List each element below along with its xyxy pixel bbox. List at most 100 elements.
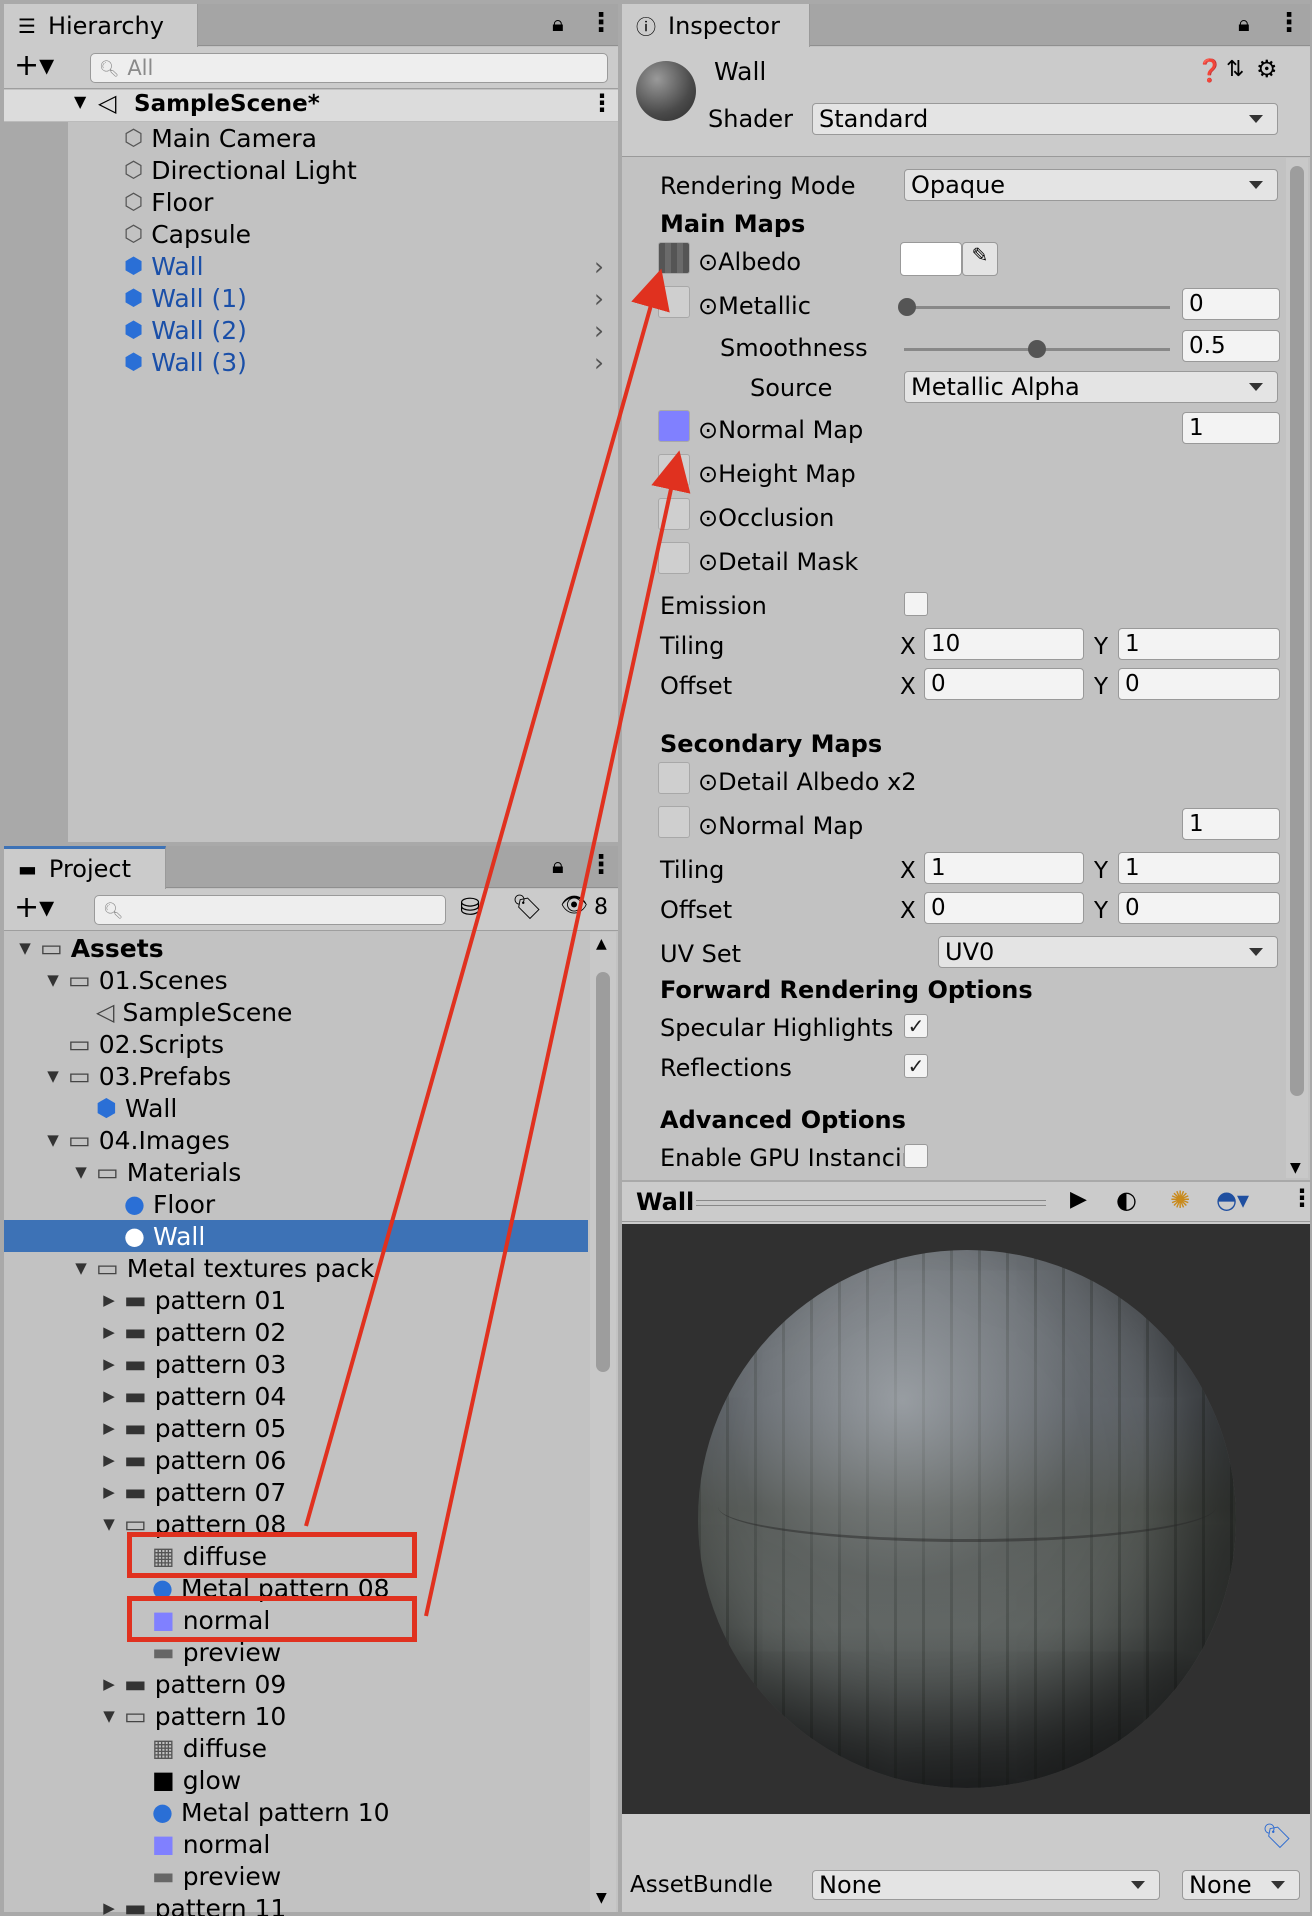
object-picker-icon[interactable]: ⊙ bbox=[698, 812, 718, 840]
object-picker-icon[interactable]: ⊙ bbox=[698, 248, 718, 276]
eyedropper-icon[interactable]: ✎ bbox=[962, 242, 998, 276]
project-tree-item[interactable]: ▦ diffuse bbox=[4, 1732, 588, 1764]
lock-icon[interactable]: 🔒︎ bbox=[552, 12, 564, 37]
collapse-arrow-icon[interactable]: ▶ bbox=[100, 1387, 118, 1405]
chevron-right-icon[interactable]: › bbox=[594, 348, 604, 377]
albedo-texture-slot[interactable] bbox=[658, 242, 690, 274]
filter-by-label-icon[interactable]: 🏷︎ bbox=[512, 893, 542, 921]
tab-hierarchy[interactable]: ☰ Hierarchy bbox=[4, 4, 198, 47]
hierarchy-item[interactable]: ⬡ Main Camera bbox=[124, 122, 614, 154]
rendering-mode-dropdown[interactable]: Opaque bbox=[904, 169, 1278, 201]
hidden-packages-icon[interactable]: 👁︎ bbox=[560, 893, 588, 918]
shader-dropdown[interactable]: Standard bbox=[812, 103, 1278, 135]
assetbundle-variant-dropdown[interactable]: None bbox=[1182, 1870, 1300, 1900]
secondary-normal-map-texture-slot[interactable] bbox=[658, 806, 690, 838]
metallic-value-field[interactable]: 0 bbox=[1182, 288, 1280, 320]
tab-inspector[interactable]: ⓘ Inspector bbox=[622, 4, 810, 47]
scroll-thumb[interactable] bbox=[596, 972, 610, 1372]
project-search-input[interactable]: 🔍︎ bbox=[94, 895, 446, 925]
metallic-slider-knob[interactable] bbox=[898, 298, 916, 316]
project-tree-item[interactable]: ▬ preview bbox=[4, 1860, 588, 1892]
preview-drag-handle[interactable] bbox=[696, 1200, 1046, 1206]
hierarchy-item[interactable]: ⬢ Wall › bbox=[124, 250, 614, 282]
preview-viewport[interactable] bbox=[622, 1224, 1310, 1814]
chevron-right-icon[interactable]: › bbox=[594, 284, 604, 313]
lock-icon[interactable]: 🔒︎ bbox=[1238, 12, 1250, 37]
object-picker-icon[interactable]: ⊙ bbox=[698, 504, 718, 532]
emission-checkbox[interactable] bbox=[904, 592, 928, 616]
smoothness-slider-knob[interactable] bbox=[1028, 340, 1046, 358]
scroll-down-icon[interactable]: ▼ bbox=[596, 1890, 607, 1906]
hierarchy-item[interactable]: ⬢ Wall (3) › bbox=[124, 346, 614, 378]
project-tree-item[interactable]: ⬢ Wall bbox=[4, 1092, 588, 1124]
project-tree-item[interactable]: ● Metal pattern 10 bbox=[4, 1796, 588, 1828]
project-tree-item[interactable]: ▶ ▬ pattern 05 bbox=[4, 1412, 588, 1444]
scene-more-icon[interactable]: ⋮ bbox=[590, 89, 614, 117]
help-icon[interactable]: ❓ bbox=[1196, 59, 1223, 84]
detail-mask-texture-slot[interactable] bbox=[658, 542, 690, 574]
project-tree-item[interactable]: ▶ ▬ pattern 09 bbox=[4, 1668, 588, 1700]
project-tree-item[interactable]: ▶ ▬ pattern 01 bbox=[4, 1284, 588, 1316]
albedo-color-field[interactable] bbox=[900, 242, 962, 276]
more-icon[interactable]: ⋮ bbox=[588, 850, 614, 880]
project-tree-item[interactable]: ▶ ▬ pattern 04 bbox=[4, 1380, 588, 1412]
collapse-arrow-icon[interactable]: ▶ bbox=[100, 1483, 118, 1501]
more-icon[interactable]: ⋮ bbox=[1276, 8, 1302, 38]
scroll-thumb[interactable] bbox=[1290, 166, 1304, 1096]
collapse-arrow-icon[interactable]: ▶ bbox=[100, 1899, 118, 1916]
project-tree-item[interactable]: ▶ ▬ pattern 11 bbox=[4, 1892, 588, 1916]
expand-arrow-icon[interactable]: ▼ bbox=[100, 1515, 118, 1533]
project-tree-item[interactable]: ▶ ▬ pattern 02 bbox=[4, 1316, 588, 1348]
tiling-y-field[interactable]: 1 bbox=[1118, 628, 1280, 660]
uv-set-dropdown[interactable]: UV0 bbox=[938, 936, 1278, 968]
add-icon[interactable]: +▾ bbox=[14, 48, 54, 83]
enable-gpu-instancing-checkbox[interactable] bbox=[904, 1144, 928, 1168]
scroll-down-icon[interactable]: ▼ bbox=[1290, 1160, 1301, 1176]
metallic-texture-slot[interactable] bbox=[658, 286, 690, 318]
project-tree-item[interactable]: ▼ ▭ pattern 10 bbox=[4, 1700, 588, 1732]
add-icon[interactable]: +▾ bbox=[14, 890, 54, 925]
project-tree-item[interactable]: ● Floor bbox=[4, 1188, 588, 1220]
more-icon[interactable]: ⋮ bbox=[1290, 1184, 1312, 1212]
chevron-right-icon[interactable]: › bbox=[594, 252, 604, 281]
expand-arrow-icon[interactable]: ▼ bbox=[100, 1707, 118, 1725]
collapse-arrow-icon[interactable]: ▶ bbox=[100, 1675, 118, 1693]
scene-row[interactable]: ▼ ◁ SampleScene* ⋮ bbox=[4, 89, 618, 122]
project-tree-item[interactable]: ▼ ▭ 01.Scenes bbox=[4, 964, 588, 996]
filter-by-type-icon[interactable]: ⛁ bbox=[460, 893, 480, 921]
expand-arrow-icon[interactable]: ▼ bbox=[72, 1259, 90, 1277]
normal-map-scale-field[interactable]: 1 bbox=[1182, 412, 1280, 444]
project-tree-item[interactable]: ◁ SampleScene bbox=[4, 996, 588, 1028]
normal-map-texture-slot[interactable] bbox=[658, 410, 690, 442]
project-tree-item[interactable]: ▼ ▭ Assets bbox=[4, 932, 588, 964]
offset-y-field[interactable]: 0 bbox=[1118, 668, 1280, 700]
project-scrollbar[interactable]: ▲ ▼ bbox=[590, 932, 616, 1912]
settings-gear-icon[interactable]: ⚙ bbox=[1256, 55, 1278, 83]
collapse-arrow-icon[interactable]: ▶ bbox=[100, 1419, 118, 1437]
reflections-checkbox[interactable]: ✓ bbox=[904, 1054, 928, 1078]
project-tree-item[interactable]: ▼ ▭ 03.Prefabs bbox=[4, 1060, 588, 1092]
project-tree-item[interactable]: ▼ ▭ Metal textures pack bbox=[4, 1252, 588, 1284]
more-icon[interactable]: ⋮ bbox=[588, 8, 614, 38]
hierarchy-item[interactable]: ⬡ Capsule bbox=[124, 218, 614, 250]
object-picker-icon[interactable]: ⊙ bbox=[698, 768, 718, 796]
lock-icon[interactable]: 🔒︎ bbox=[552, 854, 564, 879]
object-picker-icon[interactable]: ⊙ bbox=[698, 416, 718, 444]
expand-arrow-icon[interactable]: ▼ bbox=[44, 971, 62, 989]
secondary-tiling-x-field[interactable]: 1 bbox=[924, 852, 1084, 884]
presets-icon[interactable]: ⇅ bbox=[1226, 57, 1244, 82]
project-tree-item[interactable]: ■ glow bbox=[4, 1764, 588, 1796]
collapse-arrow-icon[interactable]: ▶ bbox=[100, 1291, 118, 1309]
project-tree-item[interactable]: ▭ 02.Scripts bbox=[4, 1028, 588, 1060]
collapse-arrow-icon[interactable]: ▶ bbox=[100, 1323, 118, 1341]
collapse-arrow-icon[interactable]: ▶ bbox=[100, 1451, 118, 1469]
assetbundle-name-dropdown[interactable]: None bbox=[812, 1870, 1160, 1900]
project-tree-item[interactable]: ● Wall bbox=[4, 1220, 588, 1252]
sphere-mesh-icon[interactable]: ◐ bbox=[1116, 1186, 1137, 1214]
secondary-normal-map-scale-field[interactable]: 1 bbox=[1182, 808, 1280, 840]
light-icon[interactable]: ✺ bbox=[1170, 1186, 1190, 1214]
secondary-offset-x-field[interactable]: 0 bbox=[924, 892, 1084, 924]
expand-arrow-icon[interactable]: ▼ bbox=[72, 1163, 90, 1181]
expand-arrow-icon[interactable]: ▼ bbox=[44, 1067, 62, 1085]
project-tree-item[interactable]: ▶ ▬ pattern 06 bbox=[4, 1444, 588, 1476]
